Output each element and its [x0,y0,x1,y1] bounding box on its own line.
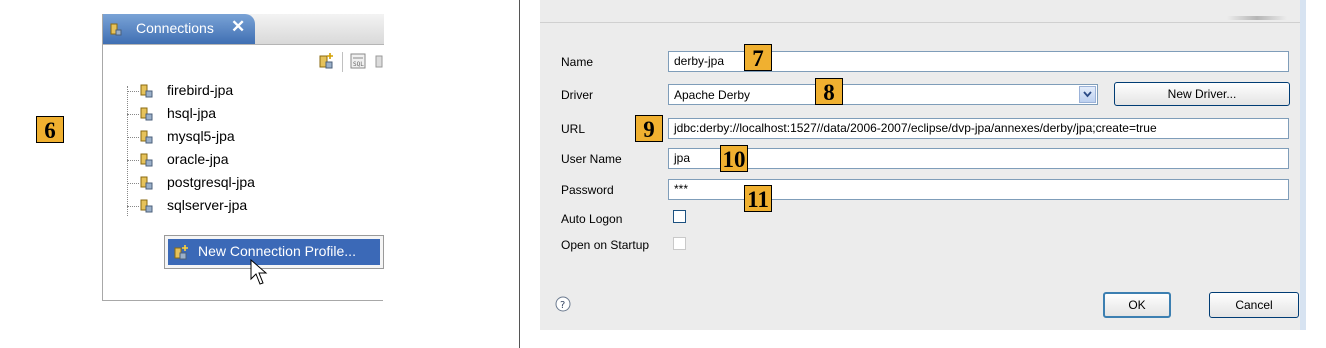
tree-item-label: postgresql-jpa [167,174,255,190]
tree-item-postgresql-jpa[interactable]: postgresql-jpa [103,172,384,194]
view-toolbar: SQL [103,44,384,78]
url-label: URL [561,122,586,136]
user-name-label: User Name [561,152,622,166]
database-connection-icon [140,130,153,144]
database-connection-icon [140,153,153,167]
tree-item-label: hsql-jpa [167,105,217,121]
tab-connections[interactable]: Connections ✕ [103,14,255,44]
tab-title: Connections [136,20,214,36]
marker-6: 6 [36,116,64,143]
database-connection-icon [140,107,153,121]
tree-item-label: firebird-jpa [167,82,234,98]
password-label: Password [561,183,614,197]
svg-text:SQL: SQL [353,61,364,68]
driver-value: Apache Derby [674,88,751,102]
tree-item-firebird-jpa[interactable]: firebird-jpa [103,80,384,102]
overflow-icon[interactable] [374,52,384,70]
driver-select[interactable]: Apache Derby [668,84,1098,105]
marker-10: 10 [720,145,748,172]
database-connection-icon [110,23,122,36]
auto-logon-checkbox[interactable] [673,210,686,223]
new-connection-icon[interactable] [317,52,335,70]
url-field[interactable]: jdbc:derby://localhost:1527//data/2006-2… [668,118,1289,139]
new-connection-icon [174,245,188,260]
connection-profile-dialog: Name derby-jpa Driver Apache Derby New D… [540,0,1306,330]
menu-item-label: New Connection Profile... [198,243,356,259]
svg-text:?: ? [560,300,565,311]
toolbar-separator [342,52,343,72]
dialog-decoration [1227,16,1287,20]
dialog-separator [540,22,1306,23]
tree-item-oracle-jpa[interactable]: oracle-jpa [103,149,384,171]
tree-item-mysql5-jpa[interactable]: mysql5-jpa [103,126,384,148]
auto-logon-label: Auto Logon [561,212,623,226]
tree-item-label: mysql5-jpa [167,128,235,144]
tree-item-label: sqlserver-jpa [167,197,248,213]
tree-item-hsql-jpa[interactable]: hsql-jpa [103,103,384,125]
driver-label: Driver [561,88,593,102]
cancel-button[interactable]: Cancel [1209,292,1299,318]
menu-item-new-connection-profile[interactable]: New Connection Profile... [168,239,380,265]
marker-11: 11 [744,185,772,212]
marker-9: 9 [635,115,663,142]
open-on-startup-checkbox[interactable] [673,237,686,250]
sql-editor-icon[interactable]: SQL [349,52,367,70]
mouse-pointer-icon [250,259,268,285]
open-on-startup-label: Open on Startup [561,238,650,252]
dialog-edge [1300,0,1306,330]
user-name-field[interactable]: jpa [668,148,1289,169]
database-connection-icon [140,176,153,190]
marker-7: 7 [744,44,772,71]
close-icon[interactable]: ✕ [231,17,245,37]
chevron-down-icon[interactable] [1079,86,1096,103]
ok-button[interactable]: OK [1103,292,1171,318]
help-icon[interactable]: ? [555,296,571,312]
tree-item-label: oracle-jpa [167,151,229,167]
context-menu: New Connection Profile... [164,235,384,269]
database-connection-icon [140,199,153,213]
panel-divider [519,0,520,348]
new-driver-button[interactable]: New Driver... [1114,82,1290,106]
database-connection-icon [140,84,153,98]
tree-item-sqlserver-jpa[interactable]: sqlserver-jpa [103,195,384,217]
name-label: Name [561,55,594,69]
marker-8: 8 [815,78,843,105]
view-header: Connections ✕ [103,14,384,45]
